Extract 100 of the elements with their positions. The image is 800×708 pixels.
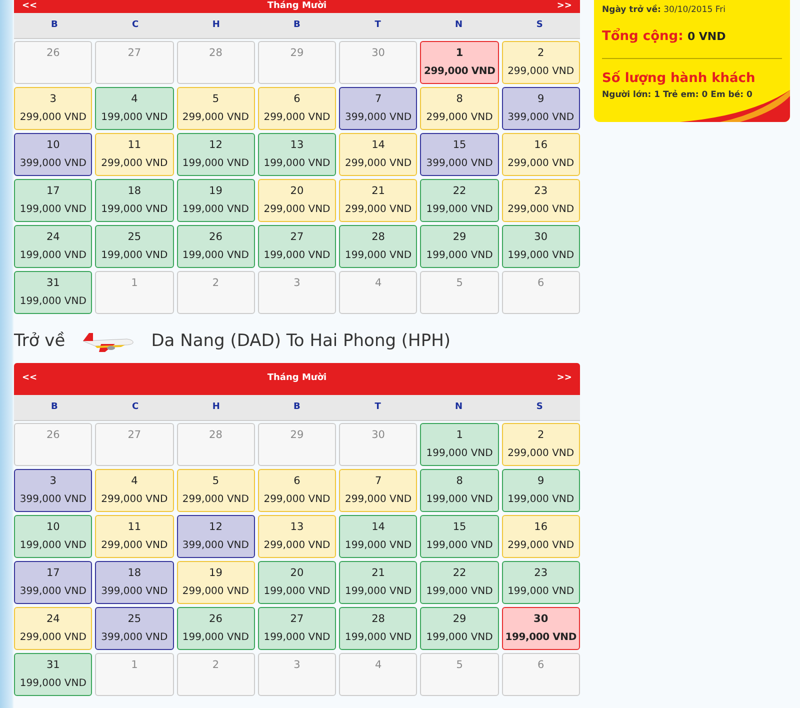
calendar-day[interactable]: 16 299,000 VND [502, 133, 580, 176]
calendar-day[interactable]: 1 199,000 VND [420, 423, 499, 466]
calendar-day[interactable]: 5 299,000 VND [176, 87, 255, 130]
calendar-day[interactable]: 19 199,000 VND [176, 179, 255, 222]
calendar-day[interactable]: 9 199,000 VND [502, 469, 580, 512]
calendar-day[interactable]: 12 399,000 VND [176, 515, 255, 558]
prev-month-link[interactable]: << [22, 0, 38, 14]
weekday-label: T [374, 400, 382, 414]
total-text: Tổng cộng: 0 VND [602, 27, 727, 46]
weekday-label: H [211, 400, 221, 414]
calendar-day[interactable]: 20 199,000 VND [258, 561, 336, 604]
next-month-link[interactable]: >> [556, 0, 572, 14]
calendar-day[interactable]: 3 399,000 VND [14, 469, 92, 512]
return-date-text: Ngày trở về: 30/10/2015 Fri [602, 4, 726, 17]
calendar-day[interactable]: 16 299,000 VND [502, 515, 580, 558]
weekday-label: B [292, 18, 302, 32]
calendar-day: 6 [502, 653, 580, 696]
calendar-day: 4 [339, 653, 418, 696]
calendar-day[interactable]: 17 399,000 VND [14, 561, 92, 604]
calendar-day[interactable]: 22 199,000 VND [420, 179, 499, 222]
calendar-day[interactable]: 14 199,000 VND [339, 515, 418, 558]
calendar-day[interactable]: 26 199,000 VND [176, 225, 255, 268]
calendar-day: 29 [258, 423, 336, 466]
calendar-day: 30 [339, 41, 418, 84]
calendar-day[interactable]: 25 399,000 VND [95, 607, 174, 650]
calendar-day[interactable]: 25 199,000 VND [95, 225, 174, 268]
calendar-day[interactable]: 17 199,000 VND [14, 179, 92, 222]
weekday-label: N [454, 400, 464, 414]
calendar-day: 27 [95, 423, 174, 466]
calendar-day: 26 [14, 41, 92, 84]
calendar-day[interactable]: 7 399,000 VND [339, 87, 418, 130]
calendar-day[interactable]: 27 199,000 VND [258, 607, 336, 650]
calendar-day: 27 [95, 41, 174, 84]
calendar-day[interactable]: 3 299,000 VND [14, 87, 92, 130]
calendar-day[interactable]: 31 199,000 VND [14, 271, 92, 314]
calendar-day[interactable]: 26 199,000 VND [176, 607, 255, 650]
calendar-day[interactable]: 4 299,000 VND [95, 469, 174, 512]
calendar-day[interactable]: 10 399,000 VND [14, 133, 92, 176]
calendar-day[interactable]: 30 199,000 VND [502, 225, 580, 268]
weekday-label: B [292, 400, 302, 414]
calendar-day[interactable]: 18 199,000 VND [95, 179, 174, 222]
calendar-day: 2 [176, 653, 255, 696]
calendar-day[interactable]: 12 199,000 VND [176, 133, 255, 176]
next-month-link[interactable]: >> [556, 372, 572, 386]
calendar-day: 29 [258, 41, 336, 84]
calendar-day[interactable]: 29 199,000 VND [420, 607, 499, 650]
calendar-day: 3 [258, 653, 336, 696]
calendar-day[interactable]: 7 299,000 VND [339, 469, 418, 512]
calendar-day[interactable]: 22 199,000 VND [420, 561, 499, 604]
calendar-day: 6 [502, 271, 580, 314]
calendar-day[interactable]: 6 299,000 VND [258, 469, 336, 512]
calendar-day[interactable]: 31 199,000 VND [14, 653, 92, 696]
passengers-title: Số lượng hành khách [602, 70, 756, 88]
calendar-day[interactable]: 15 399,000 VND [420, 133, 499, 176]
weekday-label: N [454, 18, 464, 32]
month-title: Tháng Mười [267, 372, 327, 386]
calendar-day[interactable]: 2 299,000 VND [502, 423, 580, 466]
calendar-day[interactable]: 24 199,000 VND [14, 225, 92, 268]
calendar-day[interactable]: 9 399,000 VND [502, 87, 580, 130]
weekday-label: C [130, 18, 140, 32]
calendar-day[interactable]: 20 299,000 VND [258, 179, 336, 222]
calendar-day[interactable]: 2 299,000 VND [502, 41, 580, 84]
calendar-day: 5 [420, 653, 499, 696]
passengers-text: Người lớn: 1 Trẻ em: 0 Em bé: 0 [602, 88, 754, 102]
calendar-day[interactable]: 28 199,000 VND [339, 607, 418, 650]
calendar-day[interactable]: 28 199,000 VND [339, 225, 418, 268]
route-title: Da Nang (DAD) To Hai Phong (HPH) [151, 330, 451, 354]
calendar-day[interactable]: 1 299,000 VND [420, 41, 499, 84]
calendar-day[interactable]: 13 199,000 VND [258, 133, 336, 176]
calendar-day: 5 [420, 271, 499, 314]
calendar-day[interactable]: 24 299,000 VND [14, 607, 92, 650]
calendar-day: 30 [339, 423, 418, 466]
calendar-day[interactable]: 6 299,000 VND [258, 87, 336, 130]
calendar-day[interactable]: 23 299,000 VND [502, 179, 580, 222]
calendar-day[interactable]: 14 299,000 VND [339, 133, 418, 176]
calendar-day[interactable]: 11 299,000 VND [95, 133, 174, 176]
calendar-day[interactable]: 19 299,000 VND [176, 561, 255, 604]
calendar-day[interactable]: 13 299,000 VND [258, 515, 336, 558]
calendar-day: 2 [176, 271, 255, 314]
calendar-day[interactable]: 18 399,000 VND [95, 561, 174, 604]
calendar-day[interactable]: 21 299,000 VND [339, 179, 418, 222]
calendar-day[interactable]: 4 199,000 VND [95, 87, 174, 130]
calendar-day: 28 [176, 423, 255, 466]
weekday-label: B [50, 18, 59, 32]
calendar-day[interactable]: 8 199,000 VND [420, 469, 499, 512]
calendar-day: 28 [176, 41, 255, 84]
calendar-day[interactable]: 15 199,000 VND [420, 515, 499, 558]
calendar-day[interactable]: 10 199,000 VND [14, 515, 92, 558]
calendar-day[interactable]: 21 199,000 VND [339, 561, 418, 604]
weekday-label: T [374, 18, 382, 32]
calendar-day[interactable]: 8 299,000 VND [420, 87, 499, 130]
calendar-day[interactable]: 27 199,000 VND [258, 225, 336, 268]
calendar-day[interactable]: 5 299,000 VND [176, 469, 255, 512]
calendar-day[interactable]: 11 299,000 VND [95, 515, 174, 558]
prev-month-link[interactable]: << [22, 372, 38, 386]
calendar-day[interactable]: 30 199,000 VND [502, 607, 580, 650]
calendar-day[interactable]: 29 199,000 VND [420, 225, 499, 268]
calendar-day[interactable]: 23 199,000 VND [502, 561, 580, 604]
calendar-day: 1 [95, 653, 174, 696]
airplane-icon [81, 331, 136, 353]
